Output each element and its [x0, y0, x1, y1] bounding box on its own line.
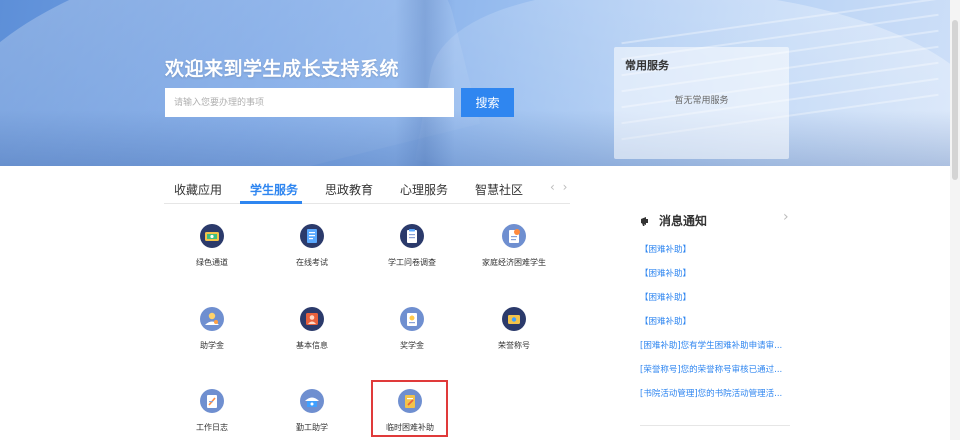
- notices-divider: [640, 425, 790, 426]
- notice-item[interactable]: [荣誉称号]您的荣誉称号审核已通过...: [640, 363, 792, 375]
- online-exam-icon: [300, 224, 324, 248]
- common-services-empty: 暂无常用服务: [674, 96, 729, 106]
- notices-more-chevron-icon[interactable]: ›: [783, 209, 789, 225]
- hero-banner: [0, 0, 960, 166]
- service-label: 基本信息: [296, 341, 328, 350]
- notice-item[interactable]: 【困难补助】: [640, 243, 792, 255]
- service-scholarship[interactable]: 奖学金: [362, 307, 462, 357]
- service-label: 绿色通道: [196, 258, 228, 267]
- notice-item[interactable]: [书院活动管理]您的书院活动管理活...: [640, 387, 792, 399]
- service-work-study[interactable]: 勤工助学: [262, 389, 362, 439]
- notice-item[interactable]: [困难补助]您有学生困难补助申请审...: [640, 339, 792, 351]
- megaphone-icon: [641, 216, 648, 226]
- notice-item[interactable]: 【困难补助】: [640, 267, 792, 279]
- tab-smart-community[interactable]: 智慧社区: [475, 181, 523, 198]
- service-label: 荣誉称号: [498, 341, 530, 350]
- service-work-log[interactable]: 工作日志: [162, 389, 262, 439]
- service-online-exam[interactable]: 在线考试: [262, 224, 362, 274]
- service-honor-title[interactable]: 荣誉称号: [464, 307, 564, 357]
- notices-header: 消息通知: [640, 212, 707, 229]
- service-label: 在线考试: [296, 258, 328, 267]
- notice-item[interactable]: 【困难补助】: [640, 315, 792, 327]
- scholarship-icon: [400, 307, 424, 331]
- tab-ideological-education[interactable]: 思政教育: [325, 181, 373, 198]
- service-label: 奖学金: [400, 341, 424, 350]
- service-grant[interactable]: 助学金: [162, 307, 262, 357]
- basic-info-icon: [300, 307, 324, 331]
- search-input[interactable]: [165, 88, 454, 117]
- service-label: 工作日志: [196, 423, 228, 432]
- tab-scroll-arrows-icon[interactable]: ‹ ›: [550, 180, 569, 194]
- service-temporary-subsidy[interactable]: 临时困难补助: [360, 389, 460, 439]
- scrollbar-thumb[interactable]: [952, 20, 958, 180]
- work-log-icon: [200, 389, 224, 413]
- notices-title: 消息通知: [659, 214, 708, 228]
- questionnaire-icon: [400, 224, 424, 248]
- service-label: 学工问卷调查: [388, 258, 436, 267]
- common-services-title: 常用服务: [625, 59, 669, 72]
- service-tabs: 收藏应用 学生服务 思政教育 心理服务 智慧社区 ‹ ›: [164, 174, 570, 204]
- tab-student-services[interactable]: 学生服务: [250, 181, 298, 198]
- service-financial-hardship[interactable]: 家庭经济困难学生: [464, 224, 564, 274]
- honor-title-icon: [502, 307, 526, 331]
- temporary-subsidy-icon: [398, 389, 422, 413]
- notice-item[interactable]: 【困难补助】: [640, 291, 792, 303]
- financial-hardship-icon: [502, 224, 526, 248]
- green-channel-icon: [200, 224, 224, 248]
- service-label: 临时困难补助: [386, 423, 434, 432]
- service-green-channel[interactable]: 绿色通道: [162, 224, 262, 274]
- work-study-icon: [300, 389, 324, 413]
- service-basic-info[interactable]: 基本信息: [262, 307, 362, 357]
- search-button[interactable]: 搜索: [461, 88, 514, 117]
- service-label: 勤工助学: [296, 423, 328, 432]
- common-services-panel: 常用服务 暂无常用服务: [614, 47, 789, 159]
- service-label: 家庭经济困难学生: [482, 258, 546, 267]
- banner-shade: [0, 110, 960, 166]
- tab-psychological-services[interactable]: 心理服务: [400, 181, 448, 198]
- active-tab-indicator: [240, 201, 302, 204]
- service-questionnaire[interactable]: 学工问卷调查: [362, 224, 462, 274]
- page-scrollbar[interactable]: [950, 0, 960, 440]
- tab-favorites[interactable]: 收藏应用: [174, 181, 222, 198]
- welcome-title: 欢迎来到学生成长支持系统: [165, 58, 400, 80]
- grant-icon: [200, 307, 224, 331]
- service-label: 助学金: [200, 341, 224, 350]
